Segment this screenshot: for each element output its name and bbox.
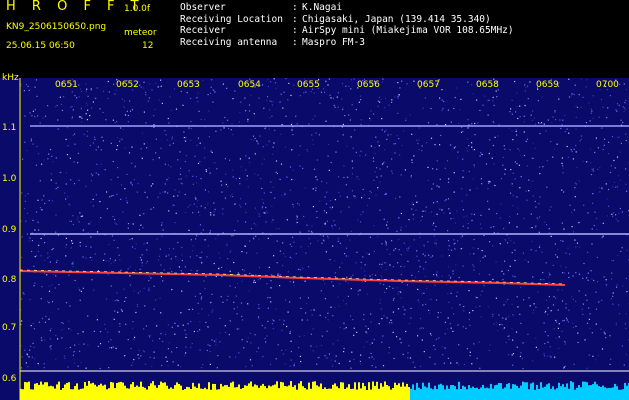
info-sep: : (292, 2, 298, 13)
meteor-count: 12 (142, 41, 154, 51)
info-row-receiver: Receiver : AirSpy mini (Miakejima VOR 10… (180, 25, 514, 37)
y-tick-label: 1.1 (2, 123, 17, 133)
info-value: Chigasaki, Japan (139.414 35.340) (302, 13, 491, 25)
hroft-screen: H R O F F T 1.0.0f KN9_2506150650.png 25… (0, 0, 629, 400)
info-sep: : (292, 13, 298, 25)
info-key: Receiving Location (180, 13, 283, 25)
info-value: Maspro FM-3 (302, 36, 365, 48)
x-tick-label: 0653 (177, 80, 200, 90)
spectrogram (0, 78, 629, 400)
x-tick-label: 0654 (238, 80, 261, 90)
x-tick-label: 0659 (536, 80, 559, 90)
info-row-location: Receiving Location : Chigasaki, Japan (1… (180, 14, 514, 26)
image-filename: KN9_2506150650.png (6, 22, 107, 32)
y-tick-label: 1.0 (2, 174, 17, 184)
y-tick-label: 0.9 (2, 225, 17, 235)
capture-datetime: 25.06.15 06:50 (6, 41, 75, 51)
info-row-observer: Observer : K.Nagai (180, 2, 514, 14)
x-tick-label: 0652 (116, 80, 139, 90)
info-key: Receiver (180, 25, 226, 36)
x-tick-label: 0655 (297, 80, 320, 90)
y-tick-label: 0.8 (2, 275, 17, 285)
info-value: K.Nagai (302, 2, 343, 13)
x-tick-label: 0700 (596, 80, 619, 90)
x-tick-label: 0651 (55, 80, 78, 90)
info-value: AirSpy mini (Miakejima VOR 108.65MHz) (302, 25, 514, 36)
meteor-label: meteor (124, 28, 157, 38)
info-key: Receiving antenna (180, 36, 278, 48)
info-key: Observer (180, 2, 226, 13)
app-version: 1.0.0f (124, 4, 151, 14)
info-sep: : (292, 36, 298, 48)
y-tick-label: 0.6 (2, 374, 17, 384)
x-tick-label: 0658 (476, 80, 499, 90)
y-tick-label: 0.7 (2, 323, 17, 333)
x-tick-label: 0656 (357, 80, 380, 90)
y-axis-unit: kHz (2, 73, 19, 83)
info-sep: : (292, 25, 298, 36)
x-tick-label: 0657 (417, 80, 440, 90)
info-row-antenna: Receiving antenna : Maspro FM-3 (180, 37, 514, 49)
station-info: Observer : K.Nagai Receiving Location : … (180, 2, 514, 48)
